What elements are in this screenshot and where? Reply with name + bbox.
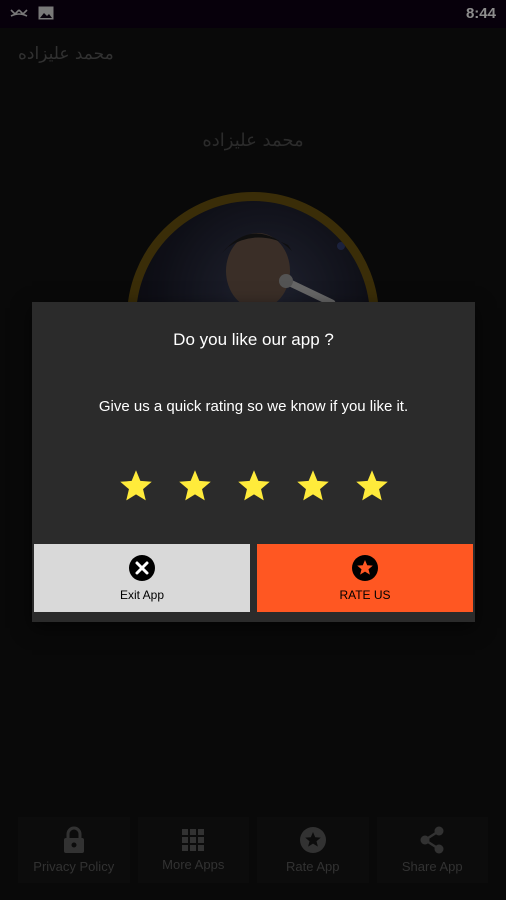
dialog-title: Do you like our app ? [173,330,334,349]
dialog-message: Give us a quick rating so we know if you… [98,398,409,415]
star-rating [32,468,475,504]
rating-dialog: Do you like our app ? Give us a quick ra… [32,302,475,622]
rate-us-button[interactable]: RATE US [257,544,473,612]
exit-app-button[interactable]: Exit App [34,544,250,612]
star-icon[interactable] [295,468,331,504]
star-circle-icon [352,555,378,581]
star-icon[interactable] [236,468,272,504]
close-circle-icon [129,555,155,581]
star-icon[interactable] [354,468,390,504]
star-icon[interactable] [118,468,154,504]
rate-us-label: RATE US [339,588,391,602]
star-icon[interactable] [177,468,213,504]
exit-app-label: Exit App [119,588,165,602]
